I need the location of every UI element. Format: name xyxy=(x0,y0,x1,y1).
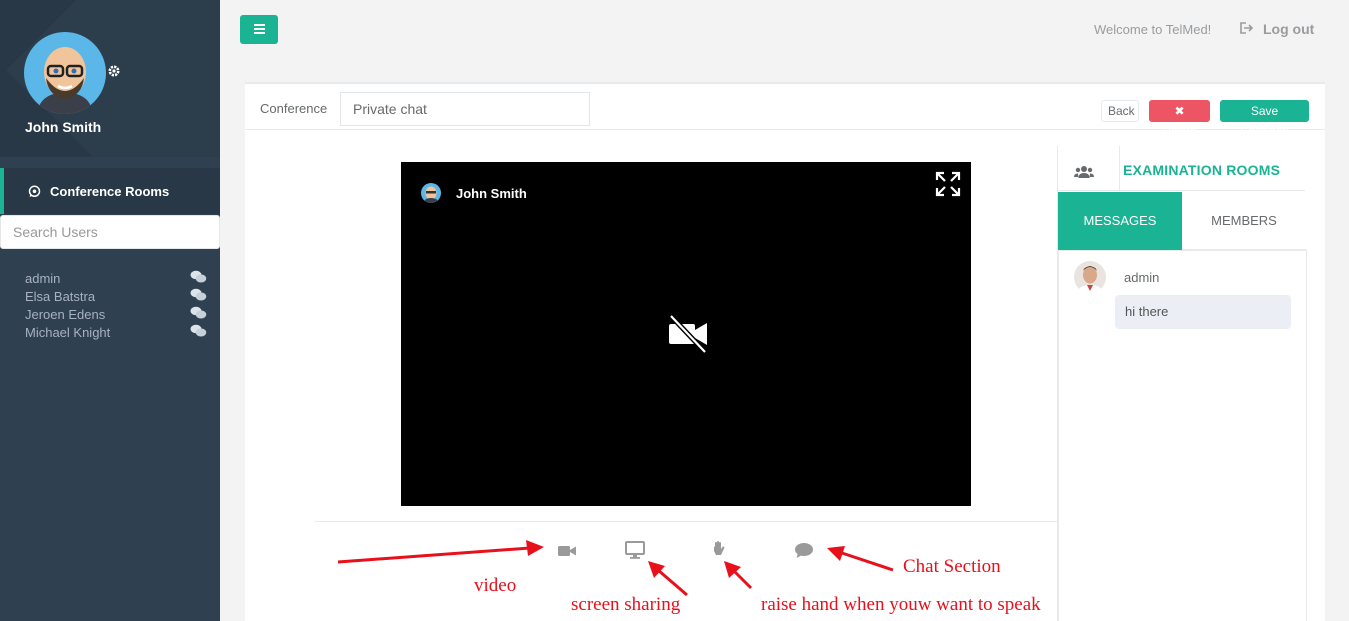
user-item[interactable]: Michael Knight xyxy=(25,324,210,342)
profile-area: John Smith xyxy=(0,0,220,157)
menu-toggle-button[interactable] xyxy=(240,15,278,44)
user-name: admin xyxy=(25,271,61,286)
avatar xyxy=(1074,261,1106,293)
annotation-screen-sharing: screen sharing xyxy=(571,594,681,615)
conference-panel: Conference Back ✖ Delete Save Changes Jo… xyxy=(245,82,1325,621)
user-name: Jeroen Edens xyxy=(25,307,106,322)
search-users-input[interactable] xyxy=(0,215,220,249)
user-item[interactable]: Jeroen Edens xyxy=(25,306,210,324)
delete-button[interactable]: ✖ Delete xyxy=(1149,100,1210,138)
video-stage[interactable]: John Smith xyxy=(401,162,971,506)
pane-title: EXAMINATION ROOMS xyxy=(1123,162,1281,178)
participant-avatar xyxy=(421,183,441,203)
monitor-icon[interactable] xyxy=(625,541,645,559)
examination-rooms-pane: EXAMINATION ROOMS MESSAGES MEMBERS admin… xyxy=(1057,146,1307,621)
nav-label: Conference Rooms xyxy=(50,184,170,199)
gear-icon[interactable] xyxy=(107,64,121,78)
welcome-message: Welcome to TelMed! xyxy=(1094,22,1212,37)
profile-avatar[interactable] xyxy=(24,32,106,114)
controls-divider xyxy=(315,521,1057,522)
logout-label: Log out xyxy=(1263,21,1315,37)
chat-bubbles-icon[interactable] xyxy=(190,270,207,284)
user-list: admin Elsa Batstra Jeroen Edens Michael … xyxy=(25,270,210,342)
annotation-raise-hand: raise hand when youw want to speak xyxy=(761,594,1041,615)
conference-label: Conference xyxy=(260,101,328,116)
close-icon: ✖ xyxy=(1174,104,1185,118)
chat-bubbles-icon[interactable] xyxy=(190,306,207,320)
conference-name-input[interactable] xyxy=(340,92,590,126)
video-camera-icon[interactable] xyxy=(557,542,577,560)
messages-list: admin hi there xyxy=(1058,250,1307,621)
user-name: Michael Knight xyxy=(25,325,111,340)
message-bubble: hi there xyxy=(1115,295,1291,329)
logout-link[interactable]: Log out xyxy=(1240,21,1314,37)
pane-header: EXAMINATION ROOMS xyxy=(1058,146,1305,191)
camera-off-icon xyxy=(667,312,709,354)
message-author: admin xyxy=(1124,270,1160,285)
user-item[interactable]: Elsa Batstra xyxy=(25,288,210,306)
hand-icon[interactable] xyxy=(712,540,732,558)
tab-messages[interactable]: MESSAGES xyxy=(1058,192,1182,250)
profile-name[interactable]: John Smith xyxy=(25,119,101,135)
chat-bubbles-icon[interactable] xyxy=(190,324,207,338)
user-item[interactable]: admin xyxy=(25,270,210,288)
participant-name: John Smith xyxy=(456,186,527,201)
tab-members[interactable]: MEMBERS xyxy=(1182,192,1306,250)
chat-bubbles-icon[interactable] xyxy=(190,288,207,302)
back-button[interactable]: Back xyxy=(1101,100,1139,122)
logout-icon xyxy=(1240,21,1254,37)
nav-conference-rooms[interactable]: Conference Rooms xyxy=(0,168,220,214)
expand-icon[interactable] xyxy=(935,171,961,197)
user-name: Elsa Batstra xyxy=(25,289,96,304)
annotation-chat: Chat Section xyxy=(903,556,1001,577)
users-icon xyxy=(1074,146,1120,191)
save-changes-button[interactable]: Save Changes xyxy=(1220,100,1309,138)
sidebar: John Smith Conference Rooms admin Elsa B… xyxy=(0,0,220,621)
whatsapp-icon xyxy=(28,185,41,198)
annotation-video: video xyxy=(474,575,517,596)
menu-icon xyxy=(254,24,265,26)
comment-icon[interactable] xyxy=(794,542,814,560)
conference-toolbar: Conference Back ✖ Delete Save Changes xyxy=(245,84,1325,138)
